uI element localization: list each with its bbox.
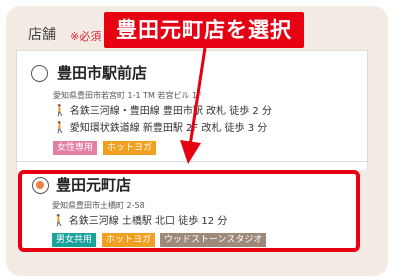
red-arrow-icon xyxy=(180,47,207,164)
